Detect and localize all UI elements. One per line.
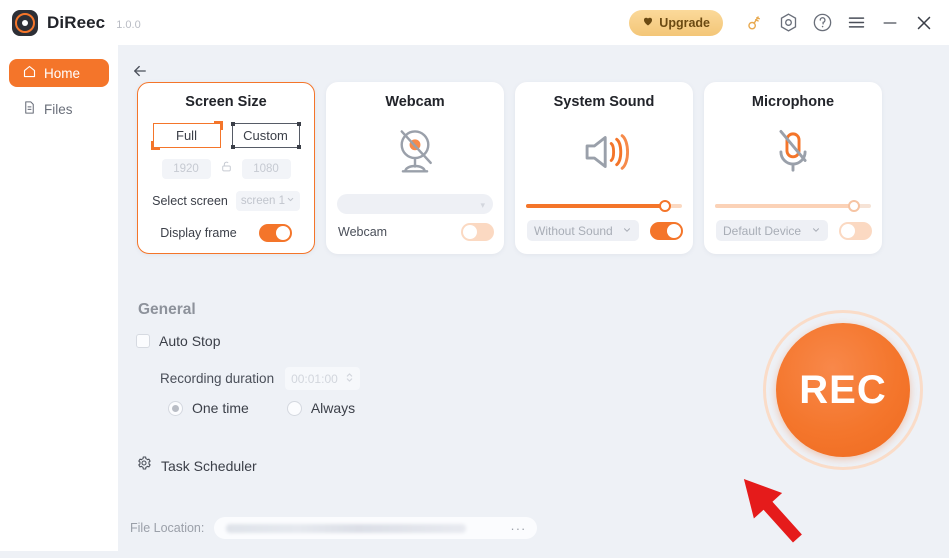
microphone-device-dropdown[interactable]: Default Device [716,220,828,241]
system-sound-card[interactable]: System Sound Without Sound [515,82,693,254]
home-icon [22,64,37,82]
microphone-bottom-row: Default Device [716,220,872,241]
app-brand: DiReec 1.0.0 [12,9,141,36]
auto-stop-label: Auto Stop [159,333,221,349]
sidebar-item-home[interactable]: Home [9,59,109,87]
webcam-card[interactable]: Webcam ▾ Webcam [326,82,504,254]
app-window: DiReec 1.0.0 Upgrade Home Files Screen S… [0,0,949,551]
recording-duration-row: Recording duration 00:01:00 [160,367,361,390]
gear-icon [136,455,152,476]
speaker-icon [516,116,692,188]
microphone-volume-slider[interactable] [715,199,871,213]
repeat-one-time-radio[interactable] [168,400,183,416]
upgrade-button[interactable]: Upgrade [629,9,723,36]
auto-stop-row[interactable]: Auto Stop [136,333,221,349]
screen-size-card[interactable]: Screen Size Full Custom 1920 1080 Select… [137,82,315,254]
hamburger-menu-icon[interactable] [839,6,873,40]
microphone-muted-icon [705,116,881,188]
microphone-card[interactable]: Microphone Default Device [704,82,882,254]
app-name: DiReec [47,12,106,32]
system-sound-volume-slider[interactable] [526,199,682,213]
sidebar: Home Files [0,45,118,551]
repeat-always-radio[interactable] [286,400,302,416]
file-location-row: File Location: ··· [130,517,538,539]
task-scheduler-row[interactable]: Task Scheduler [136,455,257,476]
repeat-always-option[interactable]: Always [286,400,356,416]
screen-mode-custom-label: Custom [243,128,288,143]
system-sound-bottom-row: Without Sound [527,220,683,241]
titlebar-controls: Upgrade [629,0,949,45]
file-icon [22,100,37,118]
repeat-one-time-option[interactable]: One time [168,400,249,416]
select-screen-value: screen 1 [240,195,285,207]
main-content: Screen Size Full Custom 1920 1080 Select… [118,45,949,551]
system-sound-device-value: Without Sound [534,223,613,238]
select-screen-dropdown[interactable]: screen 1 [235,191,300,211]
key-icon[interactable] [737,6,771,40]
screen-mode-full-label: Full [176,128,197,143]
help-circle-icon[interactable] [805,6,839,40]
webcam-toggle[interactable] [461,223,494,241]
webcam-toggle-row: Webcam [338,223,494,241]
title-bar: DiReec 1.0.0 Upgrade [0,0,949,45]
task-scheduler-label: Task Scheduler [161,457,257,474]
screen-mode-full-button[interactable]: Full [150,121,223,150]
display-frame-row: Display frame [138,224,314,242]
microphone-title: Microphone [751,94,835,110]
recording-duration-label: Recording duration [160,371,275,386]
app-version: 1.0.0 [116,18,141,31]
minimize-button[interactable] [873,6,907,40]
select-screen-label: Select screen [152,194,228,208]
webcam-disabled-icon [327,116,503,188]
chevron-down-icon [622,224,632,238]
recording-duration-stepper[interactable]: 00:01:00 [285,367,361,390]
gear-hex-icon[interactable] [771,6,805,40]
width-input[interactable]: 1920 [161,159,211,179]
back-arrow-icon[interactable] [128,59,152,83]
file-location-path [226,523,467,533]
system-sound-title: System Sound [553,94,655,110]
system-sound-device-dropdown[interactable]: Without Sound [527,220,639,241]
app-logo-icon [12,9,38,36]
screen-mode-group: Full Custom [138,121,314,150]
red-arrow-annotation [715,463,825,558]
microphone-toggle[interactable] [839,221,872,240]
repeat-mode-group: One time Always [168,400,355,416]
chevron-down-icon [811,224,821,238]
sidebar-item-files[interactable]: Files [9,95,109,123]
heart-icon [642,15,654,30]
display-frame-toggle[interactable] [258,224,292,242]
screen-size-title: Screen Size [185,94,267,110]
record-button[interactable]: REC [763,310,923,470]
webcam-label: Webcam [338,225,388,239]
file-location-input[interactable] [214,517,500,539]
recording-duration-value: 00:01:00 [291,371,338,386]
repeat-always-label: Always [310,400,356,416]
unlocked-padlock-icon[interactable] [220,160,233,178]
resolution-row: 1920 1080 [138,159,314,179]
sidebar-item-files-label: Files [44,101,73,117]
webcam-device-dropdown[interactable]: ▾ [337,194,493,214]
upgrade-label: Upgrade [659,15,710,30]
file-location-label: File Location: [130,521,205,535]
record-button-label: REC [776,323,910,457]
screen-mode-custom-button[interactable]: Custom [230,122,301,149]
system-sound-toggle[interactable] [650,221,683,240]
file-location-browse-button[interactable]: ··· [499,517,538,539]
auto-stop-checkbox[interactable] [136,334,150,348]
webcam-title: Webcam [385,94,445,110]
source-cards: Screen Size Full Custom 1920 1080 Select… [137,82,882,254]
display-frame-label: Display frame [160,226,237,240]
sidebar-item-home-label: Home [44,65,81,81]
close-button[interactable] [907,6,941,40]
chevron-down-icon: ▾ [480,200,485,210]
height-input[interactable]: 1080 [241,159,291,179]
chevron-down-icon [286,195,295,207]
repeat-one-time-label: One time [192,400,249,416]
microphone-device-value: Default Device [723,223,802,238]
select-screen-row: Select screen screen 1 [138,191,314,211]
general-section-title: General [138,301,196,318]
stepper-arrows-icon [345,371,354,387]
